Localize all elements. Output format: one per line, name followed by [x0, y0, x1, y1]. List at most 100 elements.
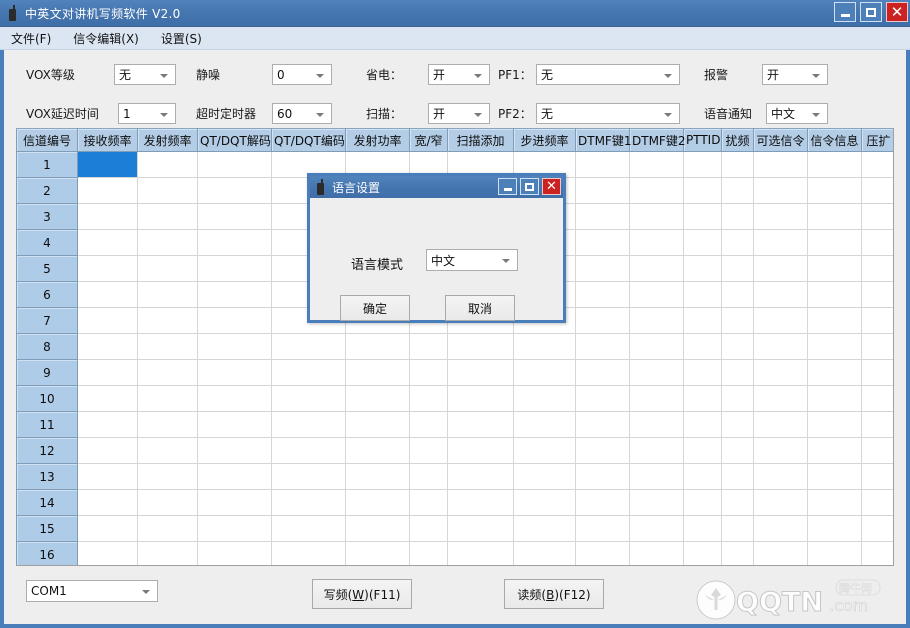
- table-cell[interactable]: [197, 281, 272, 308]
- table-cell[interactable]: [77, 385, 138, 412]
- table-cell[interactable]: [683, 151, 722, 178]
- vox-delay-combo[interactable]: 1: [118, 103, 176, 124]
- col-header-signal-info[interactable]: 信令信息: [807, 128, 862, 152]
- table-cell[interactable]: [137, 333, 198, 360]
- table-cell[interactable]: [861, 385, 893, 412]
- col-header-rx-freq[interactable]: 接收频率: [77, 128, 138, 152]
- menu-item-file[interactable]: 文件(F): [8, 28, 54, 49]
- table-cell[interactable]: [721, 307, 754, 334]
- table-cell[interactable]: [77, 307, 138, 334]
- table-row[interactable]: 13: [16, 463, 893, 490]
- table-cell[interactable]: [575, 489, 630, 516]
- table-cell[interactable]: [197, 333, 272, 360]
- table-cell[interactable]: [861, 541, 893, 565]
- row-header-cell[interactable]: 8: [16, 333, 78, 360]
- table-cell[interactable]: [807, 359, 862, 386]
- table-cell[interactable]: [513, 385, 576, 412]
- table-cell[interactable]: [683, 411, 722, 438]
- menu-item-signal-edit[interactable]: 信令编辑(X): [70, 28, 142, 49]
- table-cell[interactable]: [807, 489, 862, 516]
- table-cell[interactable]: [683, 385, 722, 412]
- table-cell[interactable]: [753, 307, 808, 334]
- table-cell[interactable]: [683, 359, 722, 386]
- table-cell[interactable]: [77, 255, 138, 282]
- table-cell[interactable]: [629, 489, 684, 516]
- table-cell[interactable]: [629, 255, 684, 282]
- write-frequency-button[interactable]: 写频(W)(F11): [312, 579, 412, 609]
- table-cell[interactable]: [807, 281, 862, 308]
- table-cell[interactable]: [77, 203, 138, 230]
- table-cell[interactable]: [721, 385, 754, 412]
- table-row[interactable]: 8: [16, 333, 893, 360]
- table-cell[interactable]: [721, 203, 754, 230]
- table-cell[interactable]: [197, 385, 272, 412]
- table-cell[interactable]: [137, 307, 198, 334]
- table-cell[interactable]: [137, 281, 198, 308]
- table-cell[interactable]: [753, 151, 808, 178]
- table-cell[interactable]: [409, 515, 448, 542]
- table-cell[interactable]: [575, 307, 630, 334]
- table-cell[interactable]: [197, 255, 272, 282]
- table-row[interactable]: 15: [16, 515, 893, 542]
- table-cell[interactable]: [861, 177, 893, 204]
- pf2-combo[interactable]: 无: [536, 103, 680, 124]
- table-cell[interactable]: [447, 411, 514, 438]
- table-cell[interactable]: [575, 385, 630, 412]
- table-cell[interactable]: [861, 411, 893, 438]
- table-cell[interactable]: [575, 463, 630, 490]
- col-header-optional-signal[interactable]: 可选信令: [753, 128, 808, 152]
- table-cell[interactable]: [721, 463, 754, 490]
- table-cell[interactable]: [753, 359, 808, 386]
- col-header-dtmf-key2[interactable]: DTMF键2: [629, 128, 685, 152]
- table-cell[interactable]: [345, 515, 410, 542]
- table-cell[interactable]: [345, 463, 410, 490]
- table-cell[interactable]: [345, 333, 410, 360]
- table-cell[interactable]: [137, 489, 198, 516]
- table-cell[interactable]: [137, 203, 198, 230]
- table-cell[interactable]: [575, 411, 630, 438]
- table-cell[interactable]: [197, 463, 272, 490]
- timeout-timer-combo[interactable]: 60: [272, 103, 332, 124]
- table-cell[interactable]: [197, 307, 272, 334]
- table-cell[interactable]: [409, 489, 448, 516]
- table-cell[interactable]: [753, 203, 808, 230]
- table-cell[interactable]: [77, 515, 138, 542]
- table-cell[interactable]: [575, 203, 630, 230]
- table-cell[interactable]: [345, 385, 410, 412]
- table-cell[interactable]: [137, 151, 198, 178]
- table-cell[interactable]: [197, 541, 272, 565]
- table-cell[interactable]: [271, 411, 346, 438]
- table-cell[interactable]: [197, 229, 272, 256]
- table-cell[interactable]: [721, 359, 754, 386]
- table-cell[interactable]: [513, 541, 576, 565]
- col-header-scramble[interactable]: 扰频: [721, 128, 754, 152]
- table-cell[interactable]: [409, 437, 448, 464]
- table-cell[interactable]: [513, 411, 576, 438]
- table-cell[interactable]: [77, 489, 138, 516]
- table-cell[interactable]: [629, 177, 684, 204]
- table-cell[interactable]: [721, 177, 754, 204]
- table-cell[interactable]: [77, 463, 138, 490]
- power-save-combo[interactable]: 开: [428, 64, 490, 85]
- row-header-cell[interactable]: 2: [16, 177, 78, 204]
- table-cell[interactable]: [807, 151, 862, 178]
- table-cell[interactable]: [271, 541, 346, 565]
- table-cell[interactable]: [77, 281, 138, 308]
- table-cell[interactable]: [721, 151, 754, 178]
- table-cell[interactable]: [575, 151, 630, 178]
- pf1-combo[interactable]: 无: [536, 64, 680, 85]
- table-cell[interactable]: [575, 333, 630, 360]
- table-cell[interactable]: [807, 203, 862, 230]
- table-cell[interactable]: [197, 177, 272, 204]
- table-cell[interactable]: [629, 411, 684, 438]
- col-header-pttid[interactable]: PTTID: [683, 128, 722, 152]
- table-cell[interactable]: [197, 437, 272, 464]
- table-cell[interactable]: [137, 177, 198, 204]
- table-cell[interactable]: [861, 151, 893, 178]
- table-cell[interactable]: [807, 177, 862, 204]
- table-cell[interactable]: [683, 333, 722, 360]
- table-cell[interactable]: [629, 151, 684, 178]
- table-cell[interactable]: [575, 229, 630, 256]
- row-header-cell[interactable]: 5: [16, 255, 78, 282]
- table-cell[interactable]: [629, 281, 684, 308]
